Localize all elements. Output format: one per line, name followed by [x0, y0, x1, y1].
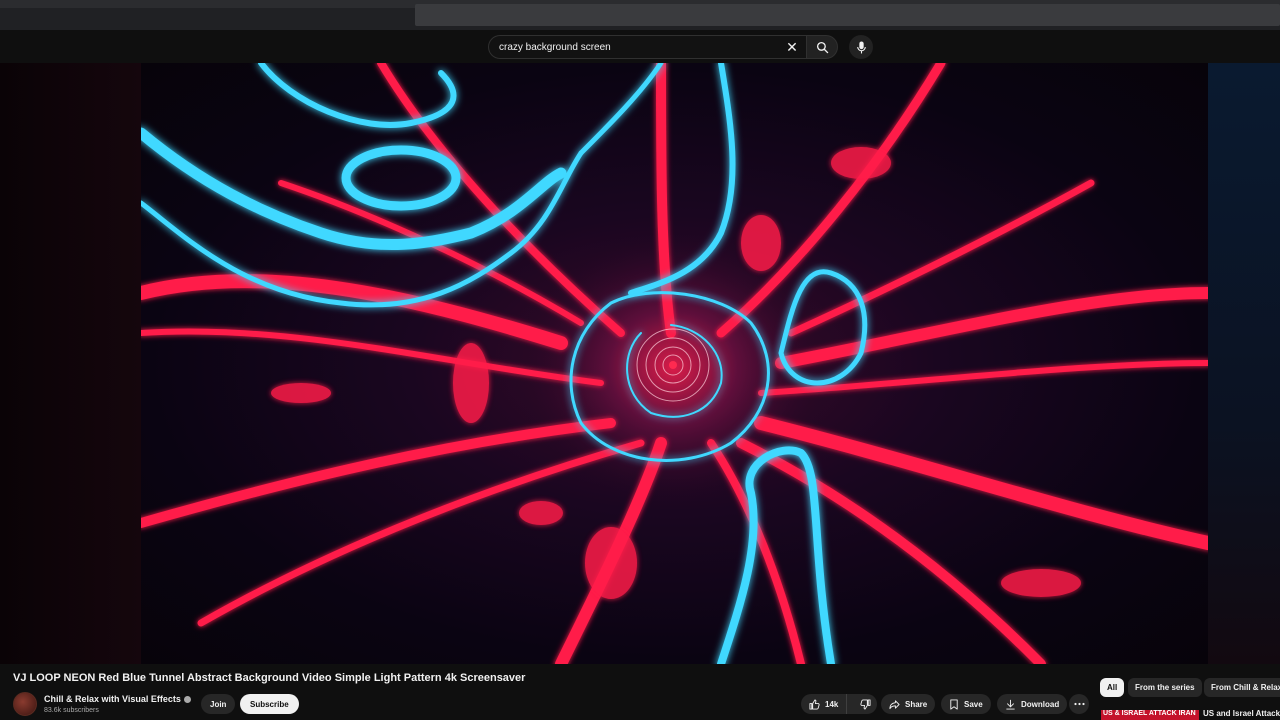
like-dislike-group: 14k	[801, 694, 877, 714]
recommendation-title[interactable]: US and Israel Attack	[1203, 709, 1280, 718]
video-player[interactable]	[0, 63, 1280, 664]
player-ambient-left	[0, 63, 141, 664]
thumbs-up-icon	[809, 698, 820, 710]
video-info: VJ LOOP NEON Red Blue Tunnel Abstract Ba…	[0, 664, 1280, 720]
save-button[interactable]: Save	[941, 694, 991, 714]
save-label: Save	[964, 699, 983, 709]
more-actions-button[interactable]	[1069, 694, 1089, 714]
search-button[interactable]	[806, 35, 838, 59]
search-icon	[816, 41, 828, 53]
chip-from-the-series[interactable]: From the series	[1128, 678, 1202, 697]
join-button[interactable]: Join	[201, 694, 236, 714]
address-bar[interactable]	[415, 4, 1280, 26]
voice-search-button[interactable]	[849, 35, 873, 59]
subscribe-button[interactable]: Subscribe	[240, 694, 299, 714]
download-button[interactable]: Download	[997, 694, 1068, 714]
top-header: ✕	[0, 30, 1280, 63]
video-title: VJ LOOP NEON Red Blue Tunnel Abstract Ba…	[13, 672, 526, 684]
mic-icon	[856, 41, 866, 53]
channel-name[interactable]: Chill & Relax with Visual Effects	[44, 694, 181, 704]
browser-chrome	[0, 0, 1280, 30]
share-button[interactable]: Share	[881, 694, 936, 714]
share-label: Share	[905, 699, 928, 709]
close-icon[interactable]: ✕	[784, 39, 800, 55]
chip-from-channel[interactable]: From Chill & Relax	[1204, 678, 1280, 697]
subscriber-count: 83.6k subscribers	[44, 707, 99, 714]
chip-all[interactable]: All	[1100, 678, 1125, 697]
search-input[interactable]	[499, 41, 779, 53]
recommendation-thumbnail[interactable]: US & ISRAEL ATTACK IRAN	[1101, 710, 1199, 720]
search-box[interactable]: ✕	[488, 35, 806, 59]
video-frame[interactable]	[141, 63, 1208, 664]
neon-tunnel-artwork	[141, 63, 1208, 664]
verified-icon	[183, 696, 191, 704]
more-horizontal-icon	[1073, 702, 1085, 706]
channel-avatar[interactable]	[13, 692, 37, 716]
dislike-button[interactable]	[852, 694, 879, 714]
like-count: 14k	[825, 699, 839, 709]
download-icon	[1006, 699, 1015, 710]
download-label: Download	[1021, 699, 1060, 709]
like-button[interactable]: 14k	[801, 694, 848, 714]
thumbs-down-icon	[860, 698, 871, 710]
share-icon	[889, 699, 900, 709]
channel-name-row[interactable]: Chill & Relax with Visual Effects	[44, 694, 191, 704]
player-ambient-right	[1208, 63, 1280, 664]
bookmark-icon	[950, 698, 958, 710]
